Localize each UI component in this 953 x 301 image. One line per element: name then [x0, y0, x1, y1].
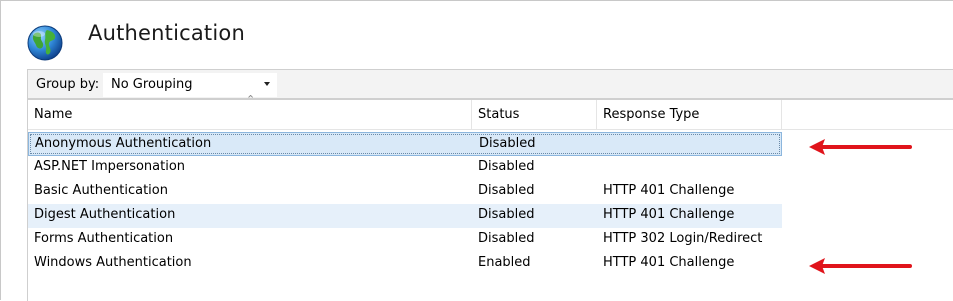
column-header-response-type[interactable]: Response Type: [597, 100, 782, 130]
row-status: Enabled: [478, 255, 531, 270]
table-row[interactable]: Anonymous Authentication Disabled: [28, 132, 782, 156]
table-row[interactable]: ASP.NET Impersonation Disabled: [28, 156, 782, 180]
group-by-label: Group by:: [36, 77, 100, 92]
row-name: Windows Authentication: [34, 255, 192, 270]
row-status: Disabled: [479, 136, 536, 151]
column-header-name[interactable]: Name ⌃: [28, 94, 472, 130]
row-response-type: HTTP 401 Challenge: [603, 183, 735, 198]
row-name: Forms Authentication: [34, 231, 174, 246]
list-rows: Anonymous Authentication Disabled ASP.NE…: [28, 132, 782, 276]
row-name: Anonymous Authentication: [35, 136, 212, 151]
sort-ascending-icon: ⌃: [246, 93, 256, 106]
authentication-panel: Authentication Group by: No Grouping Nam…: [0, 0, 953, 301]
row-response-type: HTTP 302 Login/Redirect: [603, 231, 763, 246]
row-response-type: [597, 156, 782, 180]
red-arrow-icon: [809, 139, 912, 155]
page-title: Authentication: [88, 21, 245, 45]
globe-icon: [27, 25, 63, 61]
group-by-value: No Grouping: [111, 77, 193, 92]
row-response-type: HTTP 401 Challenge: [603, 207, 735, 222]
dropdown-arrow-icon[interactable]: [264, 82, 270, 86]
row-response-type: [598, 133, 783, 157]
row-response-type: HTTP 401 Challenge: [603, 255, 735, 270]
row-status: Disabled: [478, 159, 535, 174]
row-name: Digest Authentication: [34, 207, 176, 222]
row-status: Disabled: [478, 183, 535, 198]
group-by-toolbar: Group by: No Grouping: [27, 69, 953, 99]
red-arrow-icon: [809, 258, 912, 274]
table-row[interactable]: Forms Authentication Disabled HTTP 302 L…: [28, 228, 782, 252]
row-status: Disabled: [478, 207, 535, 222]
table-row[interactable]: Windows Authentication Enabled HTTP 401 …: [28, 252, 782, 276]
row-status: Disabled: [478, 231, 535, 246]
row-name: Basic Authentication: [34, 183, 168, 198]
table-row[interactable]: Basic Authentication Disabled HTTP 401 C…: [28, 180, 782, 204]
list-header: Name ⌃ Status Response Type: [28, 94, 953, 130]
row-name: ASP.NET Impersonation: [34, 159, 186, 174]
table-row[interactable]: Digest Authentication Disabled HTTP 401 …: [28, 204, 782, 228]
column-header-status[interactable]: Status: [472, 100, 597, 130]
